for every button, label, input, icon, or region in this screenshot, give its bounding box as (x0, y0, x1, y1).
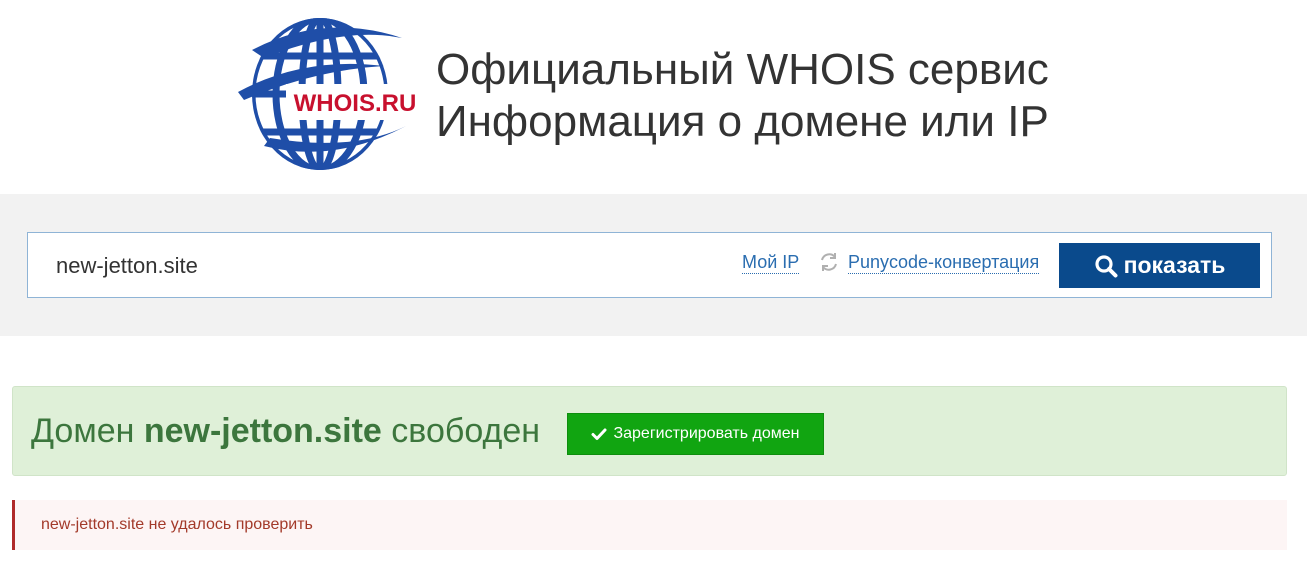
logo-text: WHOIS.RU (294, 90, 417, 117)
punycode-link[interactable]: Punycode-конвертация (848, 251, 1040, 274)
search-section: Мой IP Punycode-конвертация показать (0, 194, 1307, 336)
title-line-2: Информация о домене или IP (436, 97, 1049, 146)
domain-search-input[interactable] (40, 245, 640, 287)
status-suffix: свободен (381, 412, 541, 450)
register-button-label: Зарегистрировать домен (613, 425, 800, 442)
whois-logo[interactable]: WHOIS.RU (234, 14, 424, 172)
search-icon (1094, 254, 1118, 277)
site-header: WHOIS.RU Официальный WHOIS сервис Информ… (0, 0, 1307, 194)
status-prefix: Домен (31, 412, 144, 450)
refresh-icon (818, 251, 840, 273)
title-line-1: Официальный WHOIS сервис (436, 45, 1049, 94)
check-icon (591, 428, 607, 440)
search-box: Мой IP Punycode-конвертация показать (27, 232, 1272, 298)
domain-status-text: Домен new-jetton.site свободен (31, 411, 540, 451)
warning-text: new-jetton.site не удалось проверить (41, 516, 313, 533)
globe-logo-icon: WHOIS.RU (238, 18, 424, 170)
domain-status-panel: Домен new-jetton.site свободен Зарегистр… (12, 386, 1287, 476)
show-button-label: показать (1123, 252, 1226, 278)
show-button[interactable]: показать (1059, 243, 1260, 288)
status-domain: new-jetton.site (143, 412, 382, 450)
site-titles: Официальный WHOIS сервис Информация о до… (436, 44, 1049, 148)
register-domain-button[interactable]: Зарегистрировать домен (567, 413, 824, 455)
check-warning: new-jetton.site не удалось проверить (12, 500, 1287, 550)
my-ip-link[interactable]: Мой IP (742, 251, 800, 274)
